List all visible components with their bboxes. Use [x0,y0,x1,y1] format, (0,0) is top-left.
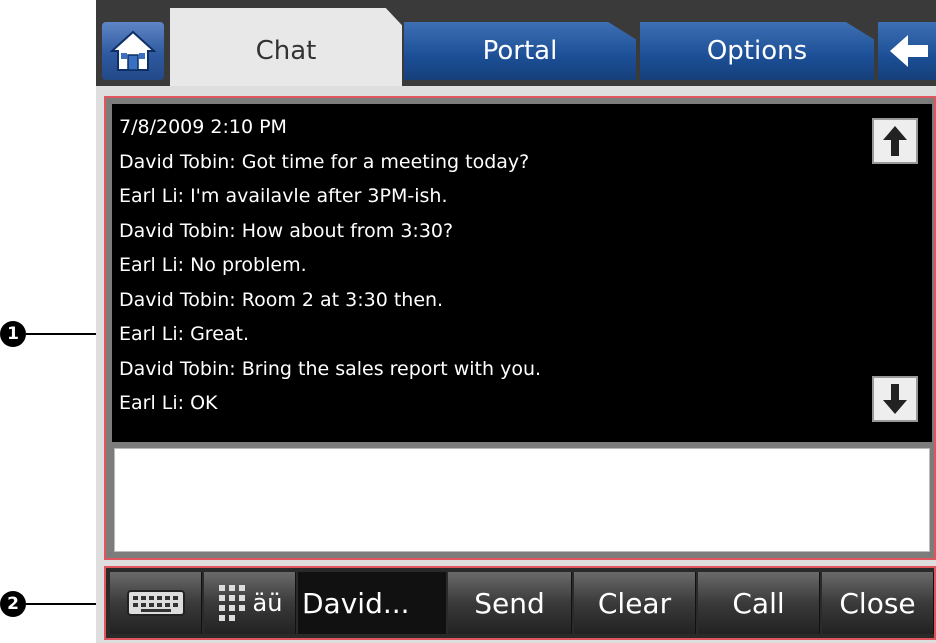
keypad-button[interactable]: äü [204,572,296,634]
tab-chat[interactable]: Chat [170,8,402,94]
tab-bar: Chat Portal Options [96,8,936,94]
chat-message: Earl Li: OK [119,392,218,414]
close-button[interactable]: Close [822,572,934,634]
scroll-down-button[interactable] [872,376,918,422]
callout-1: 1 [0,321,26,347]
keypad-icon [218,585,245,621]
bottom-toolbar: äü David... Send Clear Call Close [104,566,936,640]
chat-lines: 7/8/2009 2:10 PM David Tobin: Got time f… [119,110,541,421]
content-area: 7/8/2009 2:10 PM David Tobin: Got time f… [96,86,936,643]
callout-1-line [26,333,102,335]
home-button[interactable] [102,22,164,80]
chat-panel: 7/8/2009 2:10 PM David Tobin: Got time f… [104,96,936,560]
chat-message: Earl Li: No problem. [119,254,307,276]
call-button[interactable]: Call [698,572,820,634]
chat-message: Earl Li: I'm availavle after 3PM-ish. [119,185,448,207]
callout-2-line [26,603,102,605]
recipient-field[interactable]: David... [298,572,446,634]
back-arrow-icon [890,35,928,67]
keypad-label: äü [252,589,283,617]
home-icon [110,30,156,71]
tab-options[interactable]: Options [640,22,874,80]
chat-message: David Tobin: Bring the sales report with… [119,357,542,380]
scroll-up-button[interactable] [872,118,918,164]
send-button[interactable]: Send [448,572,572,634]
chat-message: David Tobin: How about from 3:30? [119,219,454,242]
chat-timestamp: 7/8/2009 2:10 PM [119,116,287,138]
arrow-up-icon [883,126,907,156]
keyboard-icon [126,590,185,616]
chat-message: David Tobin: Got time for a meeting toda… [119,150,530,173]
message-input[interactable] [114,448,930,552]
arrow-down-icon [883,384,907,414]
back-button[interactable] [878,22,936,80]
device-screen: Chat Portal Options 7/8/2009 2:10 PM Dav… [96,0,936,643]
clear-button[interactable]: Clear [574,572,696,634]
chat-log[interactable]: 7/8/2009 2:10 PM David Tobin: Got time f… [112,104,932,442]
chat-message: Earl Li: Great. [119,323,250,345]
tab-portal[interactable]: Portal [404,22,636,80]
callout-2: 2 [0,591,26,617]
chat-message: David Tobin: Room 2 at 3:30 then. [119,288,444,311]
keyboard-button[interactable] [110,572,202,634]
